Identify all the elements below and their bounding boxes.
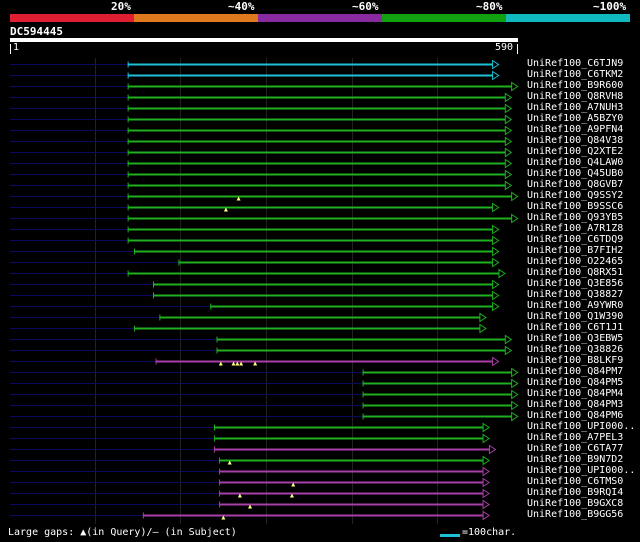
hit-label[interactable]: UniRef100_Q84V38 bbox=[527, 135, 623, 146]
hit-arrow bbox=[492, 301, 500, 312]
hit-arrow bbox=[511, 389, 519, 400]
hit-label[interactable]: UniRef100_A7PEL3 bbox=[527, 432, 623, 443]
hit-arrow bbox=[492, 257, 500, 268]
hit-arrow bbox=[482, 455, 490, 466]
hit-arrow bbox=[504, 136, 513, 147]
hit-arrow bbox=[482, 510, 490, 521]
hit-arrow bbox=[504, 345, 513, 356]
hit-label[interactable]: UniRef100_A9PFN4 bbox=[527, 124, 623, 135]
hit-arrow bbox=[482, 433, 490, 444]
hit-arrow bbox=[498, 268, 506, 279]
hit-label[interactable]: UniRef100_C6TKM2 bbox=[527, 69, 623, 80]
hit-label[interactable]: UniRef100_B9R600 bbox=[527, 80, 623, 91]
hit-label[interactable]: UniRef100_Q8RVH8 bbox=[527, 91, 623, 102]
hit-label[interactable]: UniRef100_A7R1Z8 bbox=[527, 223, 623, 234]
hit-arrow bbox=[479, 323, 487, 334]
hit-arrow bbox=[492, 202, 500, 213]
hit-label[interactable]: UniRef100_Q45UB0 bbox=[527, 168, 623, 179]
hit-label[interactable]: UniRef100_A9YWR0 bbox=[527, 300, 623, 311]
hit-arrow bbox=[492, 235, 500, 246]
hit-arrow bbox=[511, 378, 519, 389]
hit-arrow bbox=[504, 180, 513, 191]
hit-label[interactable]: UniRef100_Q84PM7 bbox=[527, 366, 623, 377]
hit-arrow bbox=[504, 334, 513, 345]
hit-arrow bbox=[492, 59, 500, 70]
hit-arrow bbox=[482, 477, 490, 488]
hit-arrow bbox=[482, 488, 490, 499]
hit-label[interactable]: UniRef100_B9GG56 bbox=[527, 509, 623, 520]
hit-label[interactable]: UniRef100_C6TA77 bbox=[527, 443, 623, 454]
hit-label[interactable]: UniRef100_Q84PM6 bbox=[527, 410, 623, 421]
hit-arrow bbox=[504, 158, 513, 169]
hit-arrow bbox=[511, 191, 519, 202]
hit-arrow bbox=[492, 224, 500, 235]
hit-label[interactable]: UniRef100_UPI000.. bbox=[527, 421, 635, 432]
blast-overview: 20% ~40% ~60% ~80% ~100% DC594445 1 590 Larg… bbox=[0, 0, 640, 542]
hit-label[interactable]: UniRef100_Q3E856 bbox=[527, 278, 623, 289]
hit-label[interactable]: UniRef100_B9N7D2 bbox=[527, 454, 623, 465]
hit-label[interactable]: UniRef100_Q84PM3 bbox=[527, 399, 623, 410]
hit-arrow bbox=[504, 169, 513, 180]
hit-arrow bbox=[479, 312, 487, 323]
hit-label[interactable]: UniRef100_A5BZY0 bbox=[527, 113, 623, 124]
hit-label[interactable]: UniRef100_Q4LAW0 bbox=[527, 157, 623, 168]
hit-arrow bbox=[511, 367, 519, 378]
scale-bar bbox=[440, 534, 460, 537]
hit-arrow bbox=[482, 422, 490, 433]
hit-label[interactable]: UniRef100_Q8RX51 bbox=[527, 267, 623, 278]
hit-arrow bbox=[504, 114, 513, 125]
hit-label[interactable]: UniRef100_C6T1J1 bbox=[527, 322, 623, 333]
hit-label[interactable]: UniRef100_B9GXC8 bbox=[527, 498, 623, 509]
hit-arrow bbox=[511, 400, 519, 411]
hit-label[interactable]: UniRef100_Q84PM4 bbox=[527, 388, 623, 399]
hit-label[interactable]: UniRef100_Q9SSY2 bbox=[527, 190, 623, 201]
scale-label: =100char. bbox=[462, 527, 517, 538]
hit-arrow bbox=[482, 499, 490, 510]
hit-arrow bbox=[504, 125, 513, 136]
hit-arrow bbox=[482, 466, 490, 477]
hit-arrow bbox=[488, 444, 497, 455]
hit-label[interactable]: UniRef100_UPI000.. bbox=[527, 465, 635, 476]
hit-arrow bbox=[504, 103, 513, 114]
hit-label[interactable]: UniRef100_C6TJN9 bbox=[527, 58, 623, 69]
hit-label[interactable]: UniRef100_B9SSC6 bbox=[527, 201, 623, 212]
hit-label[interactable]: UniRef100_B8LKF9 bbox=[527, 355, 623, 366]
hit-label[interactable]: UniRef100_A7NUH3 bbox=[527, 102, 623, 113]
hit-label[interactable]: UniRef100_Q38827 bbox=[527, 289, 623, 300]
hit-arrow bbox=[511, 411, 519, 422]
hit-label[interactable]: UniRef100_Q3EBW5 bbox=[527, 333, 623, 344]
hit-label[interactable]: UniRef100_Q38826 bbox=[527, 344, 623, 355]
hit-arrow bbox=[511, 213, 519, 224]
hit-label[interactable]: UniRef100_O22465 bbox=[527, 256, 623, 267]
hit-label[interactable]: UniRef100_Q1W390 bbox=[527, 311, 623, 322]
legend-text: Large gaps: ▲(in Query)/– (in Subject) bbox=[8, 527, 237, 538]
hit-label[interactable]: UniRef100_Q8GVB7 bbox=[527, 179, 623, 190]
hit-label[interactable]: UniRef100_Q2XTE2 bbox=[527, 146, 623, 157]
hit-label[interactable]: UniRef100_B9RQI4 bbox=[527, 487, 623, 498]
hit-arrow bbox=[492, 290, 500, 301]
hit-label[interactable]: UniRef100_Q93YB5 bbox=[527, 212, 623, 223]
hit-arrow bbox=[504, 92, 513, 103]
hit-label[interactable]: UniRef100_C6TMS0 bbox=[527, 476, 623, 487]
hit-label[interactable]: UniRef100_Q84PM5 bbox=[527, 377, 623, 388]
hit-label[interactable]: UniRef100_B7FIH2 bbox=[527, 245, 623, 256]
hit-arrow bbox=[492, 356, 500, 367]
hit-arrow bbox=[504, 147, 513, 158]
hit-label[interactable]: UniRef100_C6TDQ9 bbox=[527, 234, 623, 245]
hit-arrow bbox=[511, 81, 519, 92]
hit-arrow bbox=[492, 70, 500, 81]
hit-arrow bbox=[492, 279, 500, 290]
hit-arrow bbox=[492, 246, 500, 257]
